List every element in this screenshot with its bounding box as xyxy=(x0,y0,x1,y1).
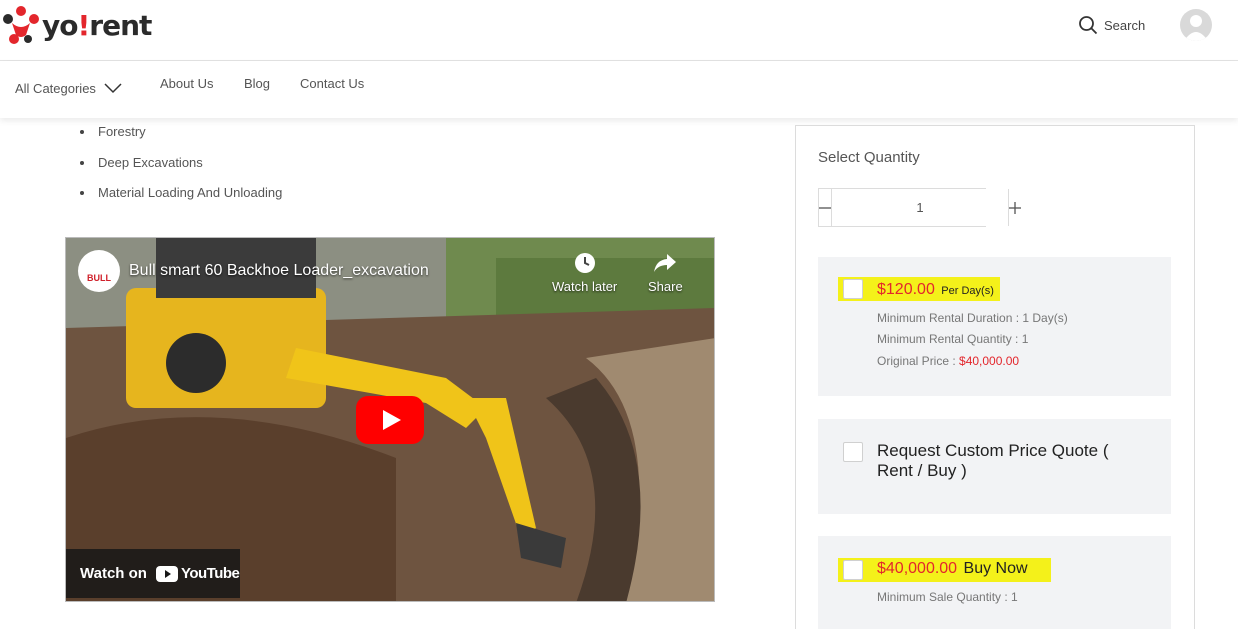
rent-price-unit: Per Day(s) xyxy=(941,285,994,297)
watch-on-youtube-button[interactable]: Watch on YouTube xyxy=(66,549,240,598)
nav-link-about-us[interactable]: About Us xyxy=(160,76,213,91)
custom-quote-checkbox[interactable] xyxy=(843,442,863,462)
youtube-icon xyxy=(155,565,178,582)
select-quantity-label: Select Quantity xyxy=(818,149,920,166)
list-item: Material Loading And Unloading xyxy=(80,183,282,214)
chevron-down-icon xyxy=(104,83,122,94)
brand-name: yo!rent xyxy=(42,8,152,42)
channel-name: BULL xyxy=(87,273,111,283)
decrease-quantity-button[interactable] xyxy=(819,189,832,226)
min-rental-duration: Minimum Rental Duration : 1 Day(s) xyxy=(877,311,1068,325)
buy-now-label: Buy Now xyxy=(963,560,1028,577)
watch-on-label: Watch on xyxy=(80,565,147,582)
min-sale-quantity: Minimum Sale Quantity : 1 xyxy=(877,590,1018,604)
all-categories-dropdown[interactable]: All Categories xyxy=(15,81,122,96)
buy-price: $40,000.00 xyxy=(877,560,958,577)
share-label: Share xyxy=(648,279,683,294)
nav-link-contact-us[interactable]: Contact Us xyxy=(300,76,364,91)
clock-icon xyxy=(574,253,595,273)
custom-quote-option[interactable]: Request Custom Price Quote ( Rent / Buy … xyxy=(818,419,1171,514)
channel-avatar[interactable]: BULL xyxy=(78,250,120,292)
list-item: Forestry xyxy=(80,122,282,153)
minus-icon xyxy=(819,206,831,209)
rent-price-row: $120.00 Per Day(s) xyxy=(877,281,994,299)
original-price-value: $40,000.00 xyxy=(959,354,1020,368)
all-categories-label: All Categories xyxy=(15,81,96,96)
youtube-video-embed[interactable]: BULL Bull smart 60 Backhoe Loader_excava… xyxy=(65,237,715,602)
people-logo-icon xyxy=(3,6,39,44)
quantity-stepper xyxy=(818,188,1021,227)
original-price-label: Original Price : xyxy=(877,354,960,368)
main-nav: All Categories About Us Blog Contact Us xyxy=(0,61,1238,118)
watch-later-label: Watch later xyxy=(552,279,618,294)
search-label: Search xyxy=(1104,17,1146,33)
youtube-wordmark: YouTube xyxy=(180,565,240,582)
search-icon xyxy=(1079,16,1098,35)
share-arrow-icon xyxy=(654,254,677,272)
original-price: Original Price : $40,000.00 xyxy=(877,354,1019,368)
buy-now-option[interactable]: $40,000.00 Buy Now Minimum Sale Quantity… xyxy=(818,536,1171,629)
search-button[interactable]: Search xyxy=(1078,14,1145,36)
rent-price: $120.00 xyxy=(877,281,935,298)
watch-later-button[interactable]: Watch later xyxy=(552,252,617,294)
play-icon[interactable] xyxy=(356,396,424,444)
user-avatar[interactable] xyxy=(1180,9,1212,41)
video-title[interactable]: Bull smart 60 Backhoe Loader_excavation xyxy=(129,262,429,280)
uses-list: Forestry Deep Excavations Material Loadi… xyxy=(80,122,282,214)
brand-logo[interactable]: yo!rent xyxy=(2,5,152,45)
nav-link-blog[interactable]: Blog xyxy=(244,76,270,91)
share-button[interactable]: Share xyxy=(648,252,683,294)
youtube-logo: YouTube xyxy=(155,565,240,582)
buy-now-checkbox[interactable] xyxy=(843,560,863,580)
rent-price-option[interactable]: $120.00 Per Day(s) Minimum Rental Durati… xyxy=(818,257,1171,396)
top-header: yo!rent Search xyxy=(0,0,1238,61)
increase-quantity-button[interactable] xyxy=(1008,189,1021,226)
plus-icon xyxy=(1009,201,1021,214)
user-icon xyxy=(1184,15,1208,41)
quantity-input[interactable] xyxy=(832,189,1008,226)
booking-panel: Select Quantity $120.00 Per Day(s) Minim… xyxy=(795,125,1195,629)
list-item: Deep Excavations xyxy=(80,153,282,184)
buy-price-row: $40,000.00 Buy Now xyxy=(877,560,1028,578)
rent-option-checkbox[interactable] xyxy=(843,279,863,299)
custom-quote-label: Request Custom Price Quote ( Rent / Buy … xyxy=(877,441,1109,480)
min-rental-quantity: Minimum Rental Quantity : 1 xyxy=(877,332,1029,346)
